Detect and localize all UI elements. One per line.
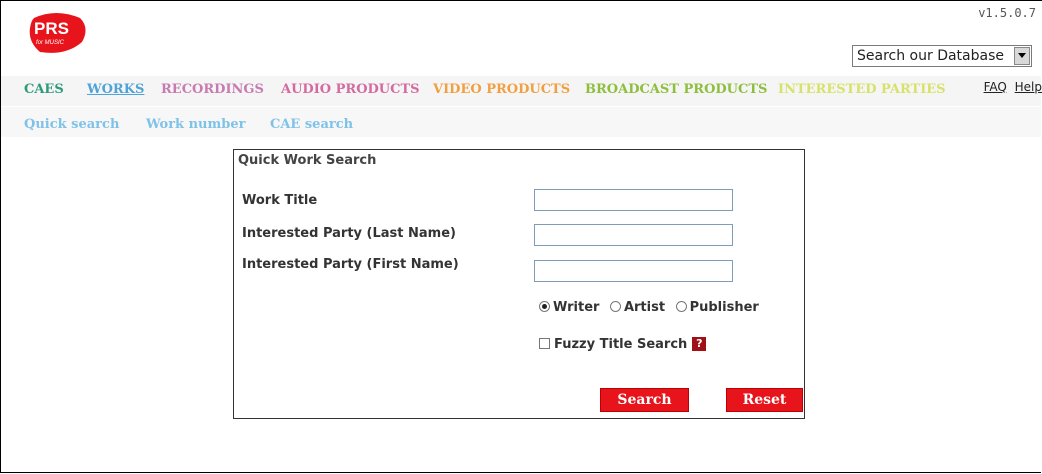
tab-caes[interactable]: CAES	[24, 82, 64, 97]
tab-video-products[interactable]: VIDEO PRODUCTS	[433, 82, 570, 97]
subnav-work-number[interactable]: Work number	[146, 117, 245, 132]
help-links: FAQ Help	[980, 80, 1042, 94]
database-select-value: Search our Database	[857, 48, 1004, 64]
first-name-input[interactable]	[534, 260, 733, 282]
artist-radio-label: Artist	[623, 300, 666, 315]
help-link[interactable]: Help	[1015, 80, 1042, 94]
tab-broadcast-products[interactable]: BROADCAST PRODUCTS	[585, 82, 767, 97]
version-label: v1.5.0.7	[978, 6, 1036, 20]
logo-text: PRS	[34, 19, 69, 38]
faq-link[interactable]: FAQ	[984, 80, 1007, 94]
chevron-down-icon[interactable]	[1014, 47, 1030, 65]
work-title-label: Work Title	[242, 193, 318, 208]
main-tabs: CAES WORKS RECORDINGS AUDIO PRODUCTS VID…	[1, 76, 1041, 106]
fuzzy-title-checkbox[interactable]	[539, 338, 550, 349]
database-select[interactable]: Search our Database	[852, 45, 1032, 67]
reset-button[interactable]: Reset	[726, 388, 803, 412]
fuzzy-title-label: Fuzzy Title Search	[554, 337, 688, 352]
subnav-quick-search[interactable]: Quick search	[24, 117, 119, 132]
work-title-input[interactable]	[534, 189, 733, 211]
panel-title: Quick Work Search	[238, 153, 377, 168]
publisher-radio[interactable]	[675, 301, 687, 312]
fuzzy-search-row: Fuzzy Title Search?	[539, 337, 707, 352]
last-name-input[interactable]	[534, 224, 733, 246]
tab-interested-parties[interactable]: INTERESTED PARTIES	[778, 82, 946, 97]
last-name-label: Interested Party (Last Name)	[242, 226, 456, 241]
writer-radio[interactable]	[539, 301, 550, 312]
tab-works[interactable]: WORKS	[87, 82, 144, 97]
logo-subtext: for MUSIC	[36, 40, 65, 46]
search-button[interactable]: Search	[600, 388, 689, 412]
tab-recordings[interactable]: RECORDINGS	[161, 82, 264, 97]
tab-audio-products[interactable]: AUDIO PRODUCTS	[281, 82, 420, 97]
artist-radio[interactable]	[609, 301, 621, 312]
first-name-label: Interested Party (First Name)	[242, 257, 459, 272]
help-icon[interactable]: ?	[692, 337, 707, 351]
prs-logo: PRS for MUSIC	[29, 13, 86, 53]
role-radio-group: Writer Artist Publisher	[539, 300, 759, 315]
subnav-cae-search[interactable]: CAE search	[270, 117, 353, 132]
publisher-radio-label: Publisher	[689, 300, 759, 315]
writer-radio-label: Writer	[553, 300, 600, 315]
sub-navigation: Quick search Work number CAE search	[1, 107, 1041, 137]
quick-work-search-panel: Quick Work Search Work Title Interested …	[233, 149, 805, 419]
